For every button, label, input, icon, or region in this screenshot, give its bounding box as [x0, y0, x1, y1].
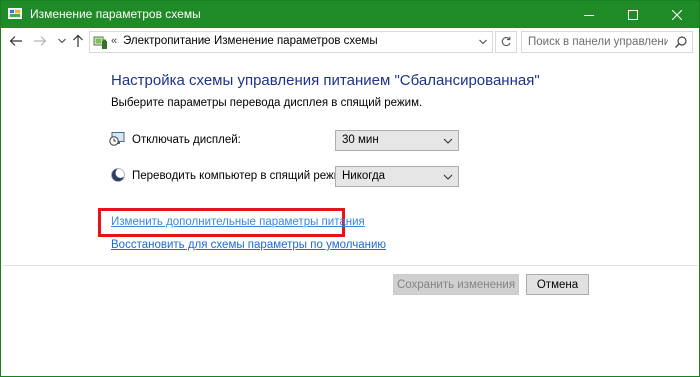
moon-icon — [111, 168, 126, 182]
close-button[interactable] — [655, 1, 699, 28]
control-panel-icon — [8, 8, 22, 19]
search-input[interactable] — [528, 34, 668, 50]
up-button[interactable] — [69, 31, 87, 51]
sleep-value: Никогда — [342, 170, 386, 182]
navigation-bar: « Электропитание › Изменение параметров … — [1, 28, 699, 55]
arrow-up-icon — [73, 34, 83, 47]
minimize-icon — [584, 14, 594, 16]
power-options-icon — [93, 36, 107, 49]
sleep-label: Переводить компьютер в спящий режим: — [132, 170, 352, 182]
address-bar[interactable]: « Электропитание › Изменение параметров … — [89, 31, 493, 53]
maximize-icon — [628, 9, 638, 20]
display-off-value: 30 мин — [342, 134, 379, 146]
refresh-button[interactable] — [495, 31, 517, 53]
minimize-button[interactable] — [567, 1, 611, 28]
refresh-icon — [501, 36, 511, 47]
breadcrumb-separator[interactable]: › — [203, 35, 206, 46]
save-button[interactable]: Сохранить изменения — [393, 274, 519, 295]
breadcrumb-power-options[interactable]: Электропитание — [123, 35, 211, 47]
close-icon — [672, 9, 682, 20]
advanced-settings-link[interactable]: Изменить дополнительные параметры питани… — [111, 216, 365, 228]
back-button[interactable] — [7, 31, 25, 51]
arrow-left-icon — [9, 36, 22, 46]
cancel-button[interactable]: Отмена — [526, 274, 589, 295]
display-off-select[interactable]: 30 мин — [335, 130, 459, 151]
search-icon — [675, 36, 687, 48]
address-history-button[interactable] — [477, 35, 489, 49]
chevron-down-icon — [443, 138, 453, 144]
page-subtitle: Выберите параметры перевода дисплея в сп… — [111, 97, 423, 109]
window: Изменение параметров схемы « Электропита… — [0, 0, 700, 377]
sleep-select[interactable]: Никогда — [335, 166, 459, 187]
search-box[interactable] — [521, 31, 693, 53]
page-title: Настройка схемы управления питанием "Сба… — [111, 72, 540, 89]
chevron-down-icon — [479, 39, 487, 45]
chevron-down-icon — [58, 38, 66, 44]
forward-button[interactable] — [31, 31, 49, 51]
chevron-down-icon — [443, 174, 453, 180]
display-off-label: Отключать дисплей: — [132, 134, 241, 146]
footer-divider — [2, 265, 698, 266]
monitor-clock-icon — [109, 132, 125, 146]
window-title: Изменение параметров схемы — [30, 7, 201, 21]
arrow-right-icon — [34, 36, 47, 46]
title-bar[interactable]: Изменение параметров схемы — [1, 1, 699, 28]
maximize-button[interactable] — [611, 1, 655, 28]
restore-defaults-link[interactable]: Восстановить для схемы параметры по умол… — [111, 239, 386, 251]
breadcrumb-edit-plan-settings[interactable]: Изменение параметров схемы — [214, 35, 378, 47]
breadcrumb-overflow[interactable]: « — [111, 35, 117, 47]
